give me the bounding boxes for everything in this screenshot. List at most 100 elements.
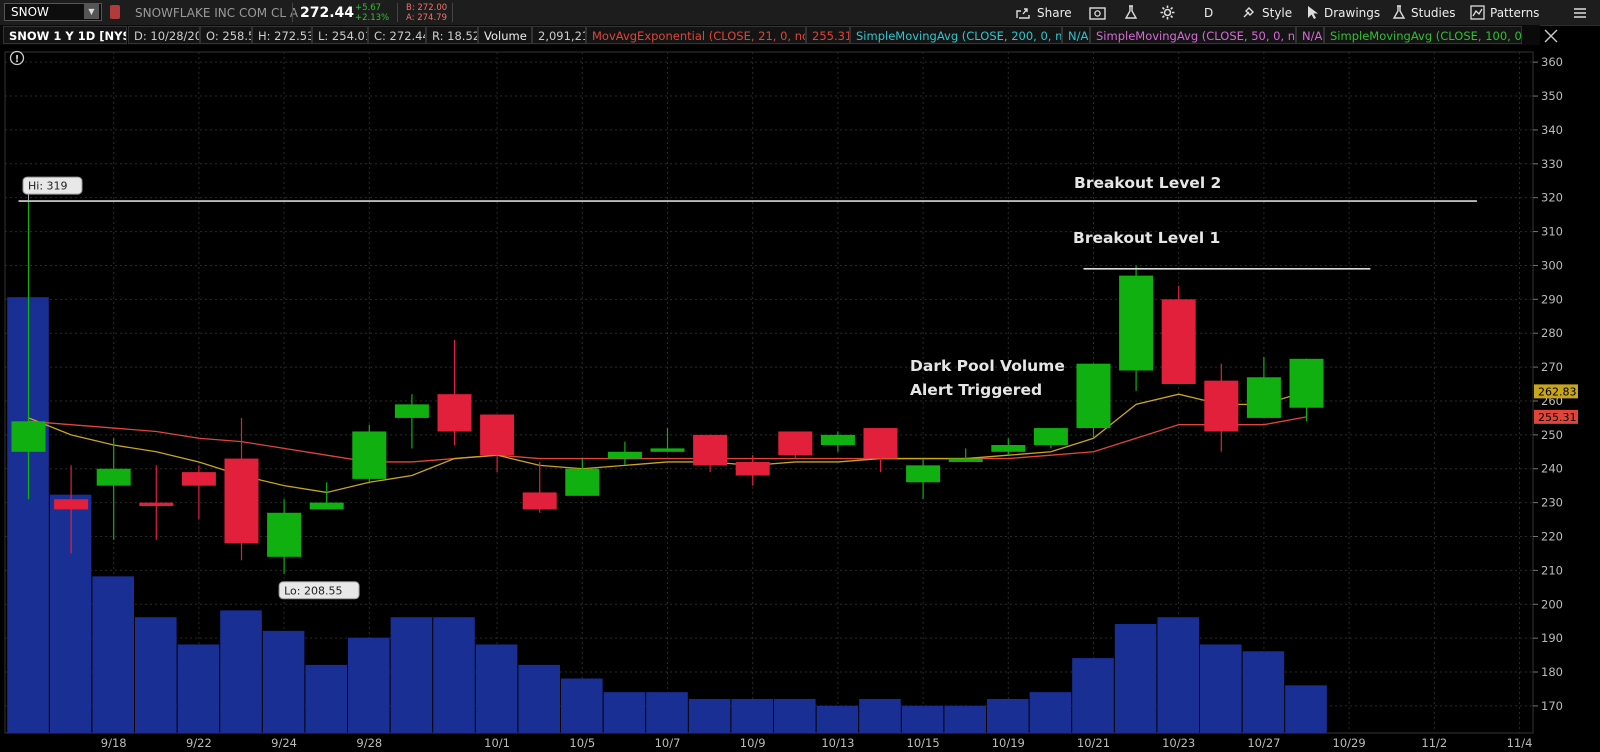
y-tick-label: 170 — [1541, 699, 1563, 713]
candle-down — [224, 458, 259, 544]
y-tick-label: 220 — [1541, 529, 1563, 543]
y-tick-label: 350 — [1541, 89, 1563, 103]
x-tick-label: 10/19 — [992, 736, 1025, 750]
volume-bar — [603, 692, 646, 733]
candle-up — [309, 502, 344, 510]
volume-bar — [135, 617, 177, 733]
candle-down — [863, 428, 898, 459]
volume-bar — [262, 630, 305, 733]
volume-bar — [475, 644, 518, 733]
x-tick-label: 10/23 — [1162, 736, 1195, 750]
x-tick-label: 10/13 — [821, 736, 854, 750]
candle-up — [991, 445, 1026, 452]
candle-up — [11, 421, 46, 452]
volume-bar — [433, 617, 475, 733]
candle-down — [522, 492, 557, 510]
x-tick-label: 9/24 — [271, 736, 297, 750]
hi-label: Hi: 319 — [28, 180, 68, 193]
y-tick-label: 230 — [1541, 496, 1563, 510]
x-tick-label: 10/5 — [569, 736, 595, 750]
x-tick-label: 10/15 — [907, 736, 940, 750]
candle-up — [267, 512, 302, 557]
volume-bar — [646, 692, 688, 733]
y-tick-label: 340 — [1541, 123, 1563, 137]
volume-bar — [390, 617, 433, 733]
candle-down — [437, 394, 472, 432]
y-tick-label: 180 — [1541, 665, 1563, 679]
volume-bar — [1242, 651, 1285, 733]
y-tick-label: 210 — [1541, 563, 1563, 577]
y-tick-label: 360 — [1541, 55, 1563, 69]
volume-bar — [859, 698, 901, 733]
candle-up — [96, 468, 131, 486]
candle-up — [1119, 275, 1154, 371]
dark-pool-alert-label-line1: Dark Pool Volume — [910, 357, 1065, 375]
volume-bar — [561, 678, 603, 733]
volume-bar — [944, 705, 986, 733]
y-tick-label: 190 — [1541, 631, 1563, 645]
candle-down — [1204, 380, 1239, 432]
candle-down — [1161, 299, 1196, 385]
volume-bar — [348, 637, 390, 733]
x-tick-label: 10/1 — [484, 736, 510, 750]
volume-bar — [901, 705, 944, 733]
candle-up — [650, 448, 685, 452]
y-tick-label: 290 — [1541, 292, 1563, 306]
y-tick-label: 330 — [1541, 157, 1563, 171]
volume-bar — [731, 698, 773, 733]
x-tick-label: 10/27 — [1247, 736, 1280, 750]
volume-bar — [1285, 685, 1327, 733]
x-tick-label: 11/4 — [1507, 736, 1533, 750]
candle-down — [181, 472, 216, 486]
candle-up — [1033, 428, 1068, 446]
x-tick-label: 9/28 — [356, 736, 382, 750]
volume-bar — [1200, 644, 1242, 733]
volume-bar — [774, 698, 816, 733]
volume-bar — [1072, 658, 1114, 733]
volume-bar — [1114, 624, 1157, 733]
candle-down — [54, 499, 89, 510]
volume-bar — [987, 698, 1029, 733]
lo-label: Lo: 208.55 — [284, 584, 342, 597]
x-tick-label: 9/18 — [101, 736, 127, 750]
price-tag: 262.83 — [1538, 385, 1577, 398]
candle-down — [778, 431, 813, 456]
candle-up — [906, 465, 941, 483]
volume-bar — [688, 698, 731, 733]
price-chart[interactable]: 1701801902002102202302402502602702802903… — [0, 0, 1600, 752]
candle-up — [820, 434, 855, 446]
y-tick-label: 300 — [1541, 258, 1563, 272]
y-tick-label: 250 — [1541, 428, 1563, 442]
info-icon-glyph: ! — [15, 54, 20, 65]
volume-bar — [518, 664, 560, 733]
collapse-icon — [1544, 29, 1558, 43]
volume-bar — [177, 644, 220, 733]
x-tick-label: 10/21 — [1077, 736, 1110, 750]
y-tick-label: 280 — [1541, 326, 1563, 340]
candle-up — [607, 451, 642, 459]
candle-up — [1246, 377, 1281, 418]
y-tick-label: 320 — [1541, 191, 1563, 205]
candle-down — [735, 461, 770, 476]
x-tick-label: 10/29 — [1333, 736, 1366, 750]
x-tick-label: 11/2 — [1421, 736, 1447, 750]
candle-up — [948, 458, 983, 462]
candle-up — [1076, 363, 1111, 429]
x-tick-label: 10/9 — [740, 736, 766, 750]
x-tick-label: 9/22 — [186, 736, 212, 750]
y-tick-label: 200 — [1541, 597, 1563, 611]
candle-down — [139, 502, 174, 506]
y-tick-label: 270 — [1541, 360, 1563, 374]
volume-bar — [92, 576, 134, 733]
candle-up — [565, 468, 600, 496]
breakout-level-2-label: Breakout Level 2 — [1074, 174, 1222, 192]
volume-bar — [305, 664, 347, 733]
candle-up — [1289, 358, 1324, 408]
volume-bar — [1157, 617, 1199, 733]
dark-pool-alert-label-line2: Alert Triggered — [910, 381, 1043, 399]
y-tick-label: 310 — [1541, 225, 1563, 239]
breakout-level-1-label: Breakout Level 1 — [1073, 229, 1221, 247]
candle-up — [394, 404, 429, 418]
candle-down — [480, 414, 515, 456]
x-tick-label: 10/7 — [655, 736, 681, 750]
